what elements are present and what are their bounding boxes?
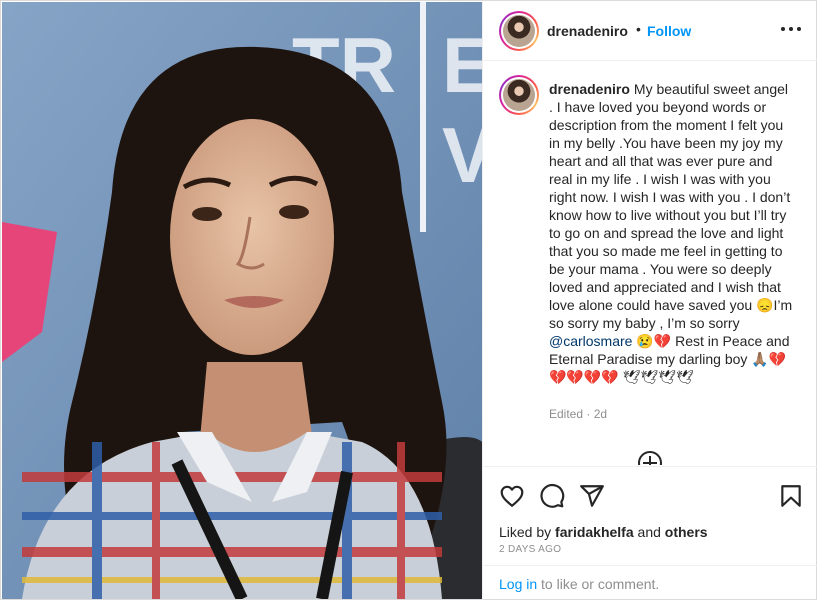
follow-button[interactable]: Follow — [647, 23, 691, 39]
portrait-image: TR E T V — [2, 2, 482, 599]
edited-label: Edited — [549, 407, 584, 421]
add-circle-icon[interactable] — [638, 451, 662, 465]
likes-summary: Liked by faridakhelfa and others — [499, 524, 708, 540]
post-sidebar: drenadeniro • Follow drenadeniro My beaut… — [482, 1, 817, 600]
svg-text:V: V — [442, 111, 482, 199]
caption-username[interactable]: drenadeniro — [549, 81, 630, 97]
instagram-post: TR E T V — [0, 0, 817, 600]
caption-meta: Edited · 2d — [549, 407, 608, 421]
comments-section: drenadeniro My beautiful sweet angel . I … — [483, 62, 817, 465]
post-photo[interactable]: TR E T V — [2, 2, 482, 599]
caption-age[interactable]: 2d — [594, 407, 607, 421]
likes-joiner: and — [637, 524, 661, 540]
login-link[interactable]: Log in — [499, 576, 537, 592]
action-bar: Liked by faridakhelfa and others 2 DAYS … — [483, 466, 817, 576]
svg-text:E: E — [442, 21, 482, 109]
login-prompt: Log in to like or comment. — [483, 565, 817, 600]
comment-icon[interactable] — [539, 483, 565, 509]
caption-text: drenadeniro My beautiful sweet angel . I … — [549, 80, 794, 386]
post-header: drenadeniro • Follow — [483, 1, 817, 61]
caption-avatar[interactable] — [499, 75, 539, 115]
mention-link[interactable]: @carlosmare — [549, 333, 632, 349]
more-options-icon[interactable] — [779, 17, 803, 41]
liked-by-user[interactable]: faridakhelfa — [555, 524, 634, 540]
bookmark-icon[interactable] — [778, 483, 804, 509]
header-username[interactable]: drenadeniro — [547, 23, 628, 39]
heart-icon[interactable] — [499, 483, 525, 509]
avatar[interactable] — [499, 11, 539, 51]
send-icon[interactable] — [579, 483, 605, 509]
login-rest: to like or comment. — [541, 576, 660, 592]
likes-others[interactable]: others — [665, 524, 708, 540]
likes-prefix: Liked by — [499, 524, 552, 540]
post-timestamp[interactable]: 2 DAYS AGO — [499, 544, 561, 555]
caption-body: My beautiful sweet angel . I have loved … — [549, 81, 793, 331]
separator-dot: • — [636, 21, 641, 37]
